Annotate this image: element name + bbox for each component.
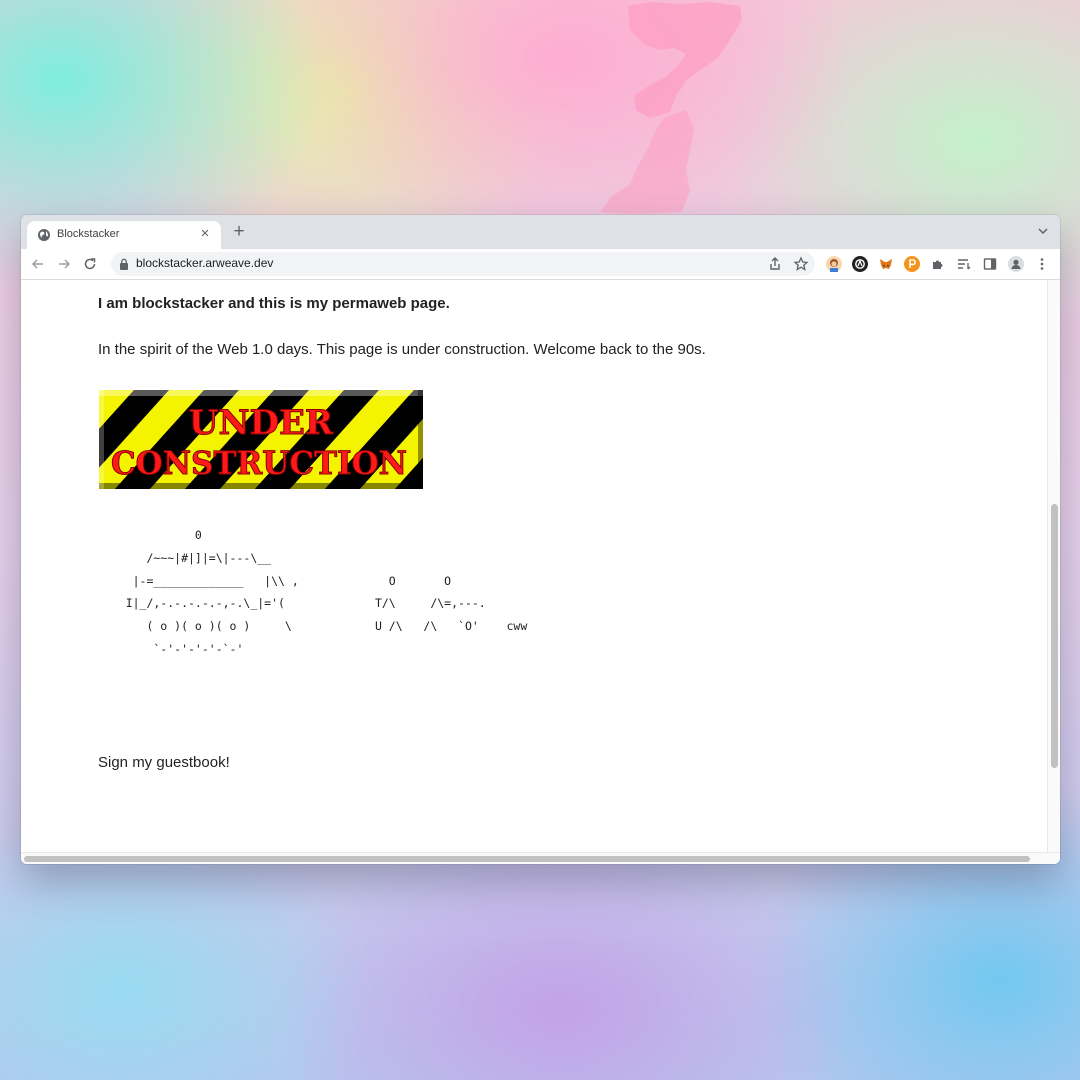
pink-decorative-figure — [600, 2, 742, 214]
tab-close-button[interactable]: × — [197, 226, 213, 242]
vertical-scroll-thumb[interactable] — [1051, 504, 1058, 768]
arrow-right-icon[interactable] — [55, 255, 73, 273]
metamask-fox-icon[interactable] — [878, 256, 894, 272]
reading-list-icon[interactable] — [956, 256, 972, 272]
intro-heading: I am blockstacker and this is my permawe… — [98, 295, 450, 312]
horizontal-scrollbar[interactable] — [21, 852, 1060, 864]
avatar-extension-icon[interactable] — [826, 256, 842, 272]
side-panel-icon[interactable] — [982, 256, 998, 272]
lock-icon — [120, 258, 128, 270]
new-tab-button[interactable]: + — [229, 222, 249, 242]
horizontal-scroll-thumb[interactable] — [24, 856, 1030, 862]
orange-coin-icon[interactable] — [904, 256, 920, 272]
profile-icon[interactable] — [1008, 256, 1024, 272]
chevron-down-icon[interactable] — [1036, 224, 1050, 238]
under-construction-banner: UNDER CONSTRUCTION — [99, 390, 423, 489]
star-icon[interactable] — [793, 256, 809, 272]
arrow-left-icon[interactable] — [29, 255, 47, 273]
page-content: I am blockstacker and this is my permawe… — [21, 280, 1047, 852]
puzzle-icon[interactable] — [930, 256, 946, 272]
intro-paragraph: In the spirit of the Web 1.0 days. This … — [98, 341, 706, 358]
url-text: blockstacker.arweave.dev — [136, 256, 274, 270]
arconnect-icon[interactable] — [852, 256, 868, 272]
guestbook-link[interactable]: Sign my guestbook! — [98, 754, 230, 771]
banner-line-under: UNDER — [189, 403, 334, 443]
tab-strip: Blockstacker × + — [21, 215, 1060, 249]
tab-blockstacker[interactable]: Blockstacker × — [27, 221, 221, 249]
browser-toolbar: blockstacker.arweave.dev — [21, 249, 1060, 280]
banner-line-construction: CONSTRUCTION — [111, 444, 407, 482]
ascii-art-train: 0 /~~~|#|]|=\|---\__ |-=_____________ |\… — [125, 528, 528, 656]
reload-icon[interactable] — [81, 255, 99, 273]
share-icon[interactable] — [767, 256, 783, 272]
address-bar[interactable]: blockstacker.arweave.dev — [111, 252, 815, 276]
kebab-menu-icon[interactable] — [1034, 256, 1050, 272]
vertical-scrollbar[interactable] — [1047, 280, 1060, 852]
tab-title: Blockstacker — [57, 228, 120, 240]
browser-window: Blockstacker × + blockstacker.arweave.de… — [21, 215, 1060, 864]
globe-icon — [38, 229, 50, 241]
